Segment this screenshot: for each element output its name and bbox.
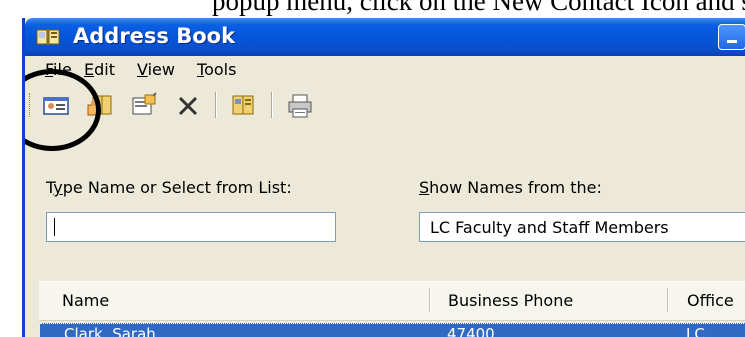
show-names-select[interactable]: LC Faculty and Staff Members xyxy=(419,212,745,242)
show-names-value: LC Faculty and Staff Members xyxy=(430,218,669,237)
text-caret xyxy=(54,218,55,236)
menu-bar: File Edit View Tools xyxy=(25,56,745,84)
column-header-name[interactable]: Name xyxy=(62,291,109,310)
contact-office: LC xyxy=(686,325,705,337)
show-names-label: Show Names from the: xyxy=(419,178,602,197)
toolbar-separator xyxy=(271,92,273,118)
address-book-window: Address Book File Edit View Tools Type N… xyxy=(22,18,745,337)
address-book-app-icon xyxy=(36,29,60,45)
document-text: popup menu, click on the New Contact Ico… xyxy=(212,0,745,16)
find-people-icon xyxy=(132,92,157,115)
document-text-fragment: popup menu, click on the New Contact Ico… xyxy=(0,0,745,18)
menu-tools[interactable]: Tools xyxy=(197,60,236,79)
search-input[interactable] xyxy=(46,212,336,242)
toolbar xyxy=(25,84,745,126)
address-book-button[interactable] xyxy=(229,92,259,120)
contact-phone: 47400 xyxy=(447,325,495,337)
list-header: Name Business Phone Office xyxy=(39,281,745,321)
search-label: Type Name or Select from List: xyxy=(46,178,292,197)
window-title: Address Book xyxy=(73,24,236,48)
print-icon xyxy=(288,94,312,118)
delete-icon xyxy=(178,96,198,116)
column-header-business-phone[interactable]: Business Phone xyxy=(448,291,573,310)
address-book-icon xyxy=(232,95,254,115)
contact-name: Clark, Sarah xyxy=(64,325,156,337)
toolbar-separator xyxy=(215,92,217,118)
print-button[interactable] xyxy=(285,92,315,120)
column-divider[interactable] xyxy=(667,288,669,312)
title-bar[interactable]: Address Book xyxy=(25,18,745,56)
menu-view[interactable]: View xyxy=(137,60,175,79)
contact-row-selected[interactable]: Clark, Sarah 47400 LC xyxy=(40,323,745,337)
minimize-icon xyxy=(727,40,737,43)
find-people-button[interactable] xyxy=(129,92,159,120)
delete-button[interactable] xyxy=(173,92,203,120)
minimize-button[interactable] xyxy=(718,24,745,50)
menu-edit[interactable]: Edit xyxy=(84,60,115,79)
column-header-office[interactable]: Office xyxy=(687,291,734,310)
column-divider[interactable] xyxy=(429,288,431,312)
